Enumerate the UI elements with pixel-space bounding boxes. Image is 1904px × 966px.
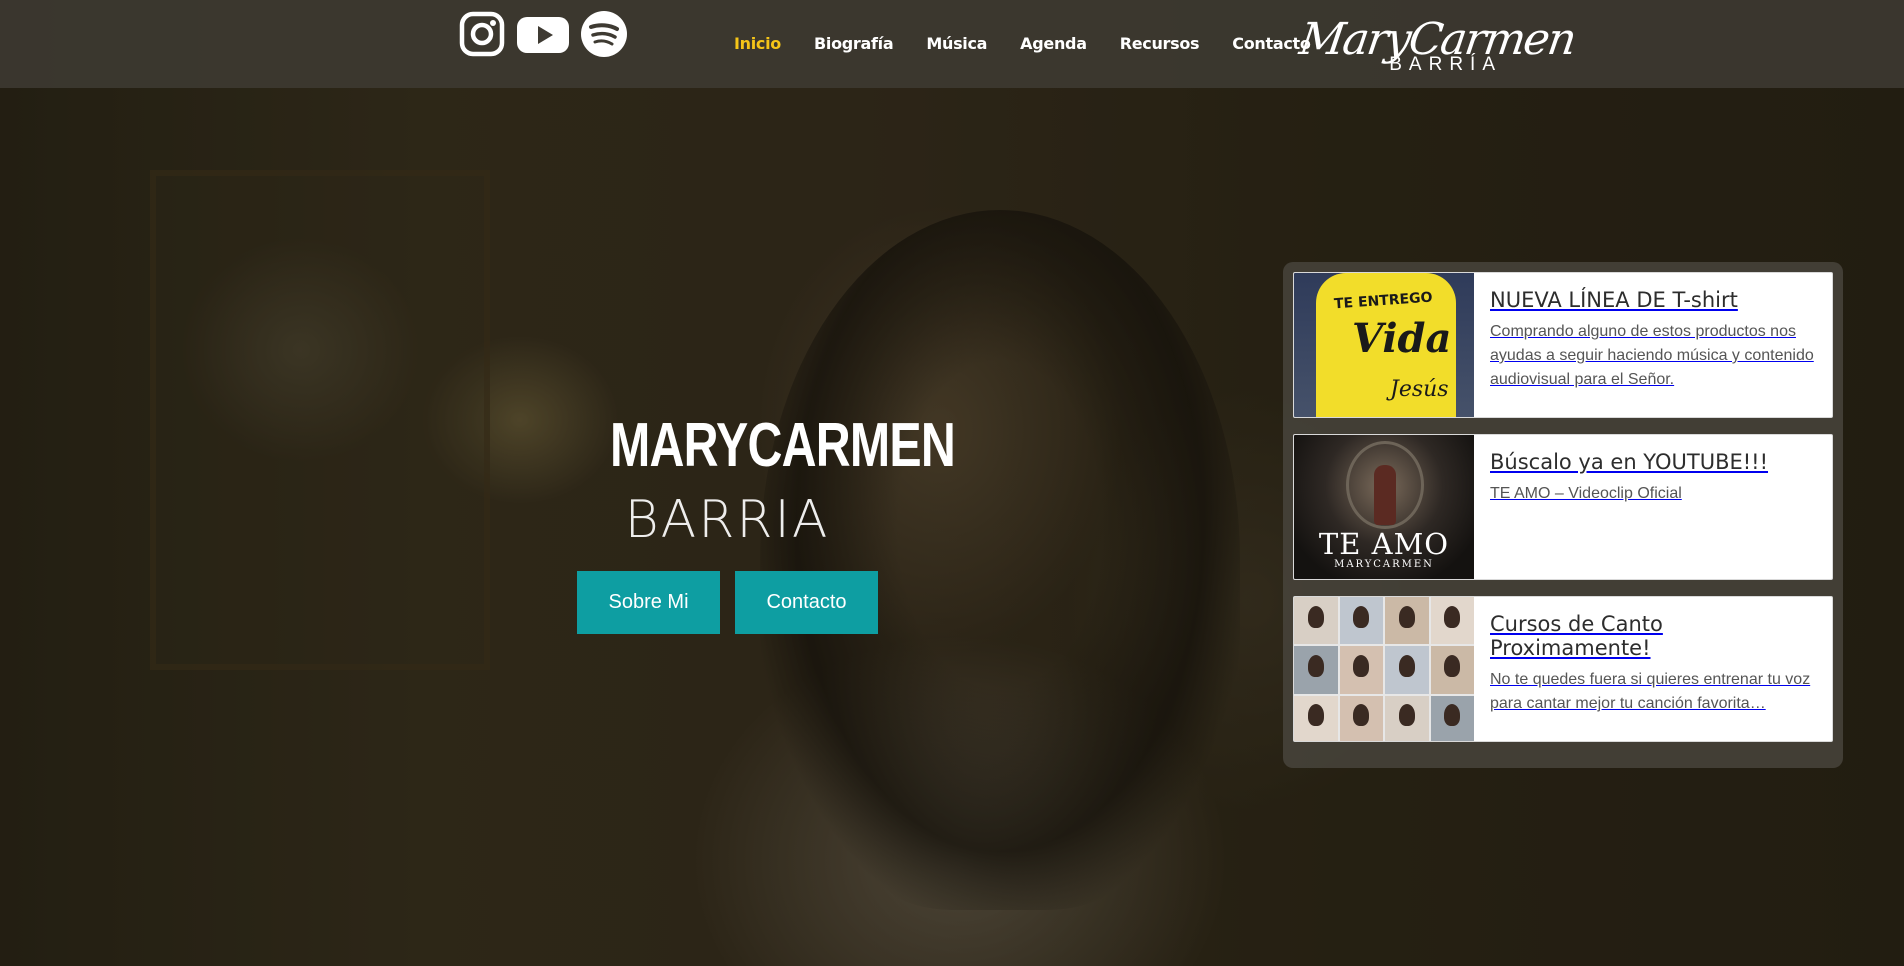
participant-tile — [1294, 695, 1338, 741]
nav-item-recursos[interactable]: Recursos — [1120, 34, 1200, 53]
tshirt-print-line2: Vida — [1352, 315, 1452, 362]
participant-tile — [1294, 646, 1338, 694]
participant-tile — [1339, 597, 1383, 645]
card-title: Búscalo ya en YOUTUBE!!! — [1490, 450, 1769, 474]
card-description: No te quedes fuera si quieres entrenar t… — [1490, 671, 1811, 712]
card-body: Cursos de Canto Proximamente! No te qued… — [1474, 597, 1832, 741]
participant-tile — [1385, 646, 1429, 694]
instagram-link[interactable] — [458, 10, 506, 58]
card-body: Búscalo ya en YOUTUBE!!! TE AMO – Videoc… — [1474, 435, 1784, 579]
participant-tile — [1385, 695, 1429, 741]
news-card-youtube[interactable]: TE AMO MARYCARMEN Búscalo ya en YOUTUBE!… — [1293, 434, 1833, 580]
participant-tile — [1339, 695, 1383, 741]
card-title: Cursos de Canto Proximamente! — [1490, 612, 1663, 660]
news-card-cursos[interactable]: Cursos de Canto Proximamente! No te qued… — [1293, 596, 1833, 742]
sobre-mi-button[interactable]: Sobre Mi — [577, 571, 720, 634]
participant-tile — [1430, 597, 1474, 645]
site-logo[interactable]: MaryCarmen BARRÍA — [1296, 14, 1577, 76]
tshirt-thumbnail: TE ENTREGO Vida Jesús — [1294, 273, 1474, 417]
news-panel: TE ENTREGO Vida Jesús NUEVA LÍNEA DE T-s… — [1283, 262, 1843, 768]
instagram-icon — [459, 11, 505, 57]
site-header: Inicio Biografía Música Agenda Recursos … — [0, 0, 1904, 88]
nav-item-agenda[interactable]: Agenda — [1020, 34, 1087, 53]
card-description: Comprando alguno de estos productos nos … — [1490, 323, 1814, 388]
youtube-link[interactable] — [516, 10, 570, 58]
participant-tile — [1430, 695, 1474, 741]
news-card-tshirt[interactable]: TE ENTREGO Vida Jesús NUEVA LÍNEA DE T-s… — [1293, 272, 1833, 418]
contacto-button[interactable]: Contacto — [735, 571, 878, 634]
main-nav: Inicio Biografía Música Agenda Recursos … — [734, 34, 1344, 53]
spotify-link[interactable] — [580, 10, 628, 58]
hero-subtitle: BARRIA — [624, 490, 830, 550]
participant-tile — [1339, 646, 1383, 694]
card-description: TE AMO – Videoclip Oficial — [1490, 485, 1682, 502]
tshirt-print-line3: Jesús — [1390, 377, 1449, 402]
card-title: NUEVA LÍNEA DE T-shirt — [1490, 288, 1738, 312]
video-thumbnail: TE AMO MARYCARMEN — [1294, 435, 1474, 579]
logo-sub-text: BARRÍA — [1389, 54, 1502, 75]
nav-item-inicio[interactable]: Inicio — [734, 34, 781, 53]
spotify-icon — [581, 11, 627, 57]
nav-item-musica[interactable]: Música — [926, 34, 987, 53]
video-thumbnail-figure — [1374, 465, 1396, 525]
participant-tile — [1294, 597, 1338, 645]
video-call-thumbnail — [1294, 597, 1474, 741]
participant-tile — [1430, 646, 1474, 694]
video-thumbnail-subtitle: MARYCARMEN — [1334, 559, 1434, 570]
hero-title: MARYCARMEN — [610, 411, 956, 480]
nav-item-biografia[interactable]: Biografía — [814, 34, 894, 53]
card-body: NUEVA LÍNEA DE T-shirt Comprando alguno … — [1474, 273, 1832, 417]
social-links — [458, 10, 628, 58]
youtube-icon — [517, 17, 569, 53]
participant-tile — [1385, 597, 1429, 645]
video-thumbnail-title: TE AMO — [1318, 527, 1450, 561]
